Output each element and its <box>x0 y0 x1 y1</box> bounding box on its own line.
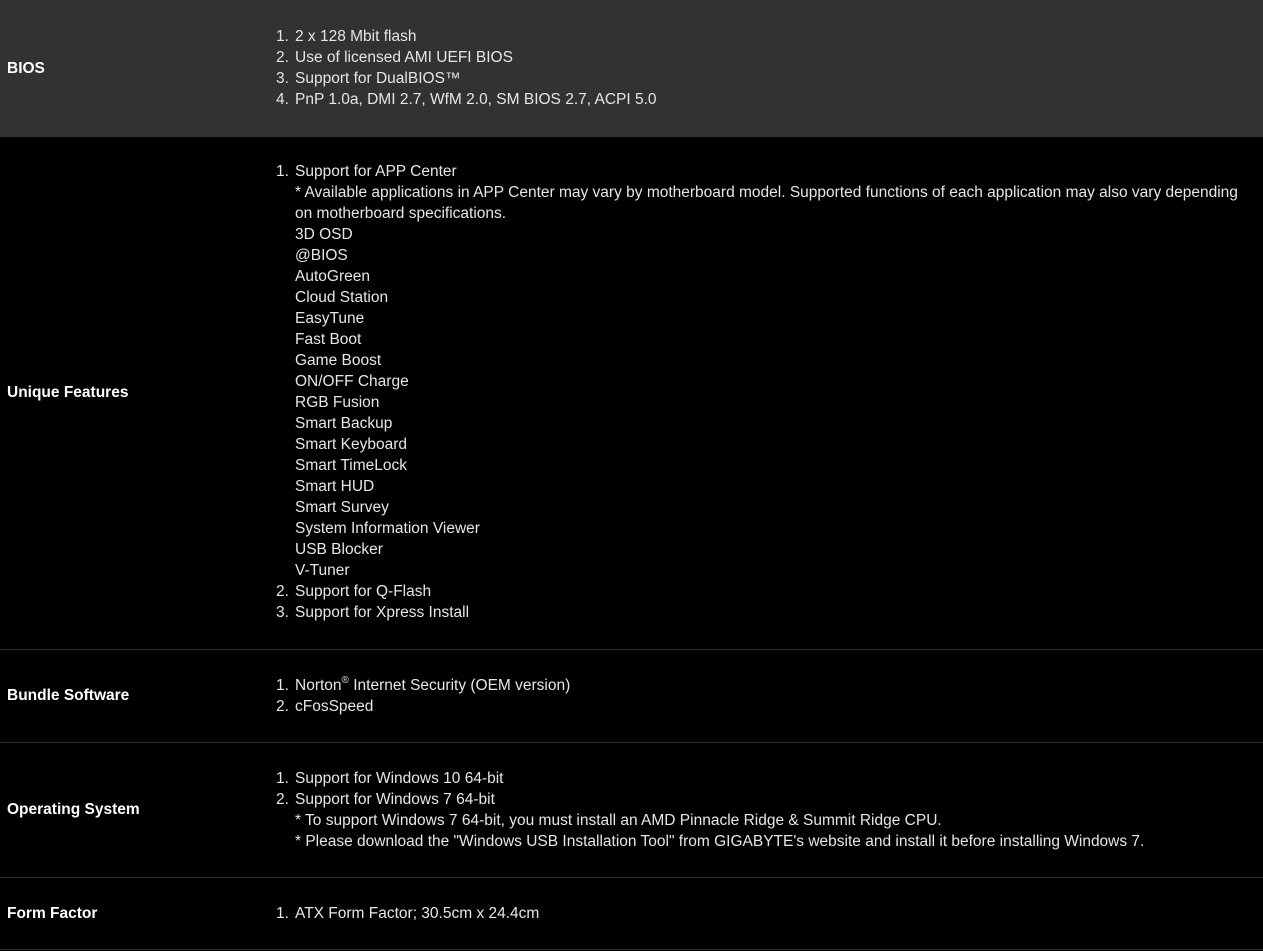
app-center-note-cont: on motherboard specifications. <box>295 205 507 222</box>
item-text: Support for DualBIOS™ <box>295 70 461 87</box>
list-item: 2. cFosSpeed <box>276 696 1255 717</box>
item-number: 2. <box>276 49 289 66</box>
item-number: 4. <box>276 91 289 108</box>
item-number: 2. <box>276 583 289 600</box>
list-item: 1. Norton® Internet Security (OEM versio… <box>276 675 1255 696</box>
item-text: Support for Windows 10 64-bit <box>295 770 504 787</box>
list-item: 4. PnP 1.0a, DMI 2.7, WfM 2.0, SM BIOS 2… <box>276 89 1255 110</box>
list-item: 2. Use of licensed AMI UEFI BIOS <box>276 47 1255 68</box>
list-item: 1. Support for APP Center * Available ap… <box>276 161 1255 581</box>
item-body: Support for APP Center * Available appli… <box>295 161 1255 581</box>
app-name: ON/OFF Charge <box>295 373 409 390</box>
spec-row-operating-system: Operating System 1. Support for Windows … <box>0 743 1263 878</box>
spec-row-bundle-software: Bundle Software 1. Norton® Internet Secu… <box>0 650 1263 743</box>
spec-value-form-factor: 1. ATX Form Factor; 30.5cm x 24.4cm <box>276 903 1263 949</box>
item-text: Norton® Internet Security (OEM version) <box>295 675 1255 696</box>
item-body: Support for Windows 7 64-bit * To suppor… <box>295 789 1255 852</box>
spec-value-operating-system: 1. Support for Windows 10 64-bit 2. Supp… <box>276 768 1263 877</box>
app-name: System Information Viewer <box>295 520 480 537</box>
spec-row-form-factor: Form Factor 1. ATX Form Factor; 30.5cm x… <box>0 878 1263 950</box>
list-item: 1. Support for Windows 10 64-bit <box>276 768 1255 789</box>
item-text: ATX Form Factor; 30.5cm x 24.4cm <box>295 905 540 922</box>
item-text: PnP 1.0a, DMI 2.7, WfM 2.0, SM BIOS 2.7,… <box>295 91 657 108</box>
spec-label-bios: BIOS <box>7 59 45 77</box>
app-name: Smart Keyboard <box>295 436 407 453</box>
item-text: Support for Xpress Install <box>295 604 470 621</box>
item-text: Support for APP Center <box>295 163 457 180</box>
list-item: 3. Support for DualBIOS™ <box>276 68 1255 89</box>
app-name: Smart TimeLock <box>295 457 407 474</box>
norton-suffix: Internet Security (OEM version) <box>348 677 571 694</box>
item-text: 2 x 128 Mbit flash <box>295 28 417 45</box>
spec-label-unique-features: Unique Features <box>7 384 129 401</box>
app-name: Smart Backup <box>295 415 393 432</box>
item-text: Use of licensed AMI UEFI BIOS <box>295 49 513 66</box>
item-number: 1. <box>276 163 289 180</box>
item-number: 1. <box>276 677 289 694</box>
windows7-note-cpu: * To support Windows 7 64-bit, you must … <box>295 812 942 829</box>
item-text: Support for Q-Flash <box>295 583 432 600</box>
windows7-note-usb-tool: * Please download the "Windows USB Insta… <box>295 833 1145 850</box>
item-text: Support for Windows 7 64-bit <box>295 791 495 808</box>
item-number: 3. <box>276 70 289 87</box>
app-name: RGB Fusion <box>295 394 380 411</box>
spec-label-operating-system: Operating System <box>7 801 140 818</box>
list-item: 2. Support for Q-Flash <box>276 581 1255 602</box>
form-factor-list: 1. ATX Form Factor; 30.5cm x 24.4cm <box>276 903 1255 924</box>
app-name: USB Blocker <box>295 541 383 558</box>
item-number: 2. <box>276 698 289 715</box>
app-name: AutoGreen <box>295 268 370 285</box>
app-center-note: * Available applications in APP Center m… <box>295 184 1238 201</box>
item-number: 2. <box>276 791 289 808</box>
operating-system-list: 1. Support for Windows 10 64-bit 2. Supp… <box>276 768 1255 852</box>
app-name: EasyTune <box>295 310 365 327</box>
spec-row-unique-features: Unique Features 1. Support for APP Cente… <box>0 137 1263 650</box>
list-item: 1. ATX Form Factor; 30.5cm x 24.4cm <box>276 903 1255 924</box>
item-number: 3. <box>276 604 289 621</box>
list-item: 3. Support for Xpress Install <box>276 602 1255 623</box>
spec-label-bundle-software: Bundle Software <box>7 687 130 704</box>
app-name: V-Tuner <box>295 562 350 579</box>
spec-value-bundle-software: 1. Norton® Internet Security (OEM versio… <box>276 675 1263 742</box>
list-item: 2. Support for Windows 7 64-bit * To sup… <box>276 789 1255 852</box>
spec-value-unique-features: 1. Support for APP Center * Available ap… <box>276 161 1263 649</box>
item-text: cFosSpeed <box>295 698 374 715</box>
item-number: 1. <box>276 905 289 922</box>
registered-mark: ® <box>341 674 349 686</box>
unique-features-list: 1. Support for APP Center * Available ap… <box>276 161 1255 623</box>
bios-list: 1. 2 x 128 Mbit flash 2. Use of licensed… <box>276 26 1255 110</box>
app-name: 3D OSD <box>295 226 353 243</box>
app-name: Smart HUD <box>295 478 375 495</box>
app-name: Cloud Station <box>295 289 389 306</box>
app-name: Fast Boot <box>295 331 362 348</box>
item-number: 1. <box>276 770 289 787</box>
spec-row-bios: BIOS 1. 2 x 128 Mbit flash 2. Use of lic… <box>0 0 1263 137</box>
norton-text: Norton <box>295 677 342 694</box>
spec-label-form-factor: Form Factor <box>7 904 98 922</box>
app-name: Game Boost <box>295 352 382 369</box>
list-item: 1. 2 x 128 Mbit flash <box>276 26 1255 47</box>
app-name: Smart Survey <box>295 499 389 516</box>
spec-value-bios: 1. 2 x 128 Mbit flash 2. Use of licensed… <box>276 26 1263 137</box>
bundle-software-list: 1. Norton® Internet Security (OEM versio… <box>276 675 1255 717</box>
item-number: 1. <box>276 28 289 45</box>
app-name: @BIOS <box>295 247 348 264</box>
spec-table: BIOS 1. 2 x 128 Mbit flash 2. Use of lic… <box>0 0 1263 950</box>
